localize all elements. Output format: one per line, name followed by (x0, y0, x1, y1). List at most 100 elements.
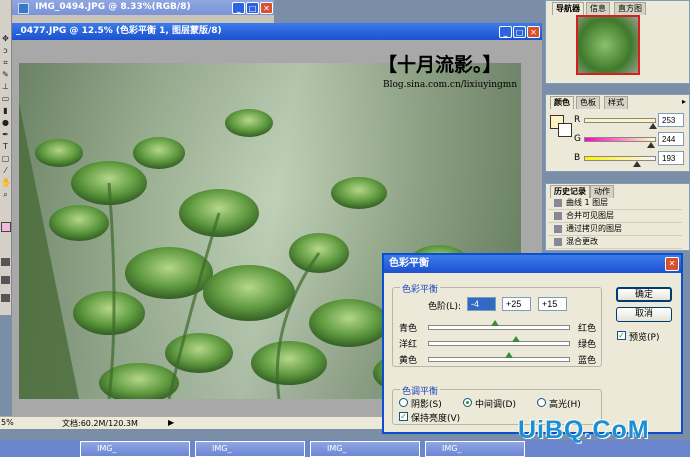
level-magenta-green-input[interactable] (502, 297, 531, 311)
eyedropper-tool-icon[interactable]: ⁄ (1, 166, 10, 175)
preserve-luminosity-label: 保持亮度(V) (411, 414, 461, 424)
channel-value-input[interactable] (658, 151, 684, 165)
minimized-window[interactable]: IMG_ (80, 441, 190, 457)
main-window-titlebar[interactable]: _0477.JPG @ 12.5% (色彩平衡 1, 图层蒙版/8) _ □ ✕ (12, 23, 542, 40)
color-balance-slider[interactable] (428, 357, 570, 362)
main-close-button[interactable]: ✕ (527, 26, 540, 38)
color-balance-slider-thumb[interactable] (511, 336, 520, 342)
group-color-balance-label: 色彩平衡 (400, 282, 441, 295)
minimized-window[interactable]: IMG_ (310, 441, 420, 457)
channel-slider[interactable] (584, 156, 656, 161)
brush-tool-icon[interactable]: ✎ (1, 70, 10, 79)
text-tool-icon[interactable]: T (1, 142, 10, 151)
quickmask-icon[interactable] (1, 258, 10, 266)
history-item[interactable]: 曲线 1 图层 (548, 196, 682, 210)
panel-menu-arrow-icon[interactable]: ▸ (682, 97, 686, 106)
color-balance-slider-thumb[interactable] (491, 320, 500, 326)
toolbox: ✥ ↄ ⌗ ✎ ⊥ ▭ ▮ ● ✒ T ▢ ⁄ ✋ ⌕ (0, 0, 12, 315)
gradient-tool-icon[interactable]: ▮ (1, 106, 10, 115)
preserve-luminosity-checkbox[interactable]: ✓ (399, 412, 408, 421)
dialog-title: 色彩平衡 (389, 258, 429, 269)
lasso-tool-icon[interactable]: ↄ (1, 46, 10, 55)
pen-tool-icon[interactable]: ✒ (1, 130, 10, 139)
channel-slider-thumb[interactable] (649, 123, 658, 129)
dodge-tool-icon[interactable]: ● (1, 118, 10, 127)
tab-swatches[interactable]: 色板 (576, 96, 600, 109)
slider-left-label: 黄色 (399, 356, 418, 366)
history-state-icon (554, 237, 562, 246)
cancel-button[interactable]: 取消 (616, 307, 672, 322)
bg-close-button[interactable]: ✕ (260, 2, 273, 14)
screen-mode-icon[interactable] (1, 276, 10, 284)
level-cyan-red-input[interactable] (467, 297, 496, 311)
main-maximize-button[interactable]: □ (513, 26, 526, 38)
group-tone-balance-label: 色调平衡 (400, 384, 441, 397)
level-yellow-blue-input[interactable] (538, 297, 567, 311)
preview-checkbox[interactable]: ✓ (617, 331, 626, 340)
history-state-icon (554, 224, 562, 233)
stamp-tool-icon[interactable]: ⊥ (1, 82, 10, 91)
color-balance-slider-thumb[interactable] (504, 352, 513, 358)
navigator-panel: 导航器 信息 直方图 (545, 0, 690, 84)
move-tool-icon[interactable]: ✥ (1, 34, 10, 43)
channel-value-input[interactable] (658, 132, 684, 146)
tab-color[interactable]: 颜色 (550, 96, 574, 109)
channel-label: B (574, 153, 581, 163)
channel-slider-thumb[interactable] (633, 161, 642, 167)
hand-tool-icon[interactable]: ✋ (1, 178, 11, 187)
dialog-close-button[interactable]: ✕ (665, 257, 679, 271)
tone-radio-label: 高光(H) (549, 400, 581, 410)
status-doc-size: 文档:60.2M/120.3M (62, 419, 138, 428)
channel-slider-thumb[interactable] (647, 142, 656, 148)
watermark-headline: 【十月流影。】 (378, 54, 502, 76)
levels-label: 色阶(L): (428, 302, 462, 312)
color-balance-dialog: 色彩平衡 ✕ 色彩平衡 色阶(L): 青色 红色洋红 绿色黄色 蓝色 色调平衡 阴影(… (382, 253, 683, 434)
history-item[interactable]: 混合更改 (548, 235, 682, 249)
zoom-tool-icon[interactable]: ⌕ (1, 190, 10, 199)
history-item[interactable]: 合并可见图层 (548, 209, 682, 223)
minimized-window[interactable]: IMG_ (425, 441, 525, 457)
preview-label: 预览(P) (629, 333, 660, 343)
color-panel: 颜色 色板 样式 ▸ RGB (545, 94, 690, 172)
tone-radio[interactable] (463, 398, 472, 407)
jump-icon[interactable] (1, 294, 10, 302)
ok-button[interactable]: 确定 (616, 287, 672, 302)
shape-tool-icon[interactable]: ▢ (1, 154, 10, 163)
channel-slider[interactable] (584, 118, 656, 123)
slider-right-label: 绿色 (578, 340, 597, 350)
history-item[interactable]: 通过拷贝的图层 (548, 222, 682, 236)
status-zoom[interactable]: 5% (1, 418, 14, 427)
minimized-window[interactable]: IMG_ (195, 441, 305, 457)
ps-doc-icon (18, 3, 29, 14)
dialog-titlebar[interactable]: 色彩平衡 ✕ (384, 255, 681, 273)
slider-right-label: 红色 (578, 324, 597, 334)
main-window-title: _0477.JPG @ 12.5% (色彩平衡 1, 图层蒙版/8) (16, 26, 222, 36)
tab-navigator[interactable]: 导航器 (552, 2, 584, 15)
channel-label: R (574, 115, 581, 125)
navigator-thumbnail[interactable] (576, 15, 640, 75)
eraser-tool-icon[interactable]: ▭ (1, 94, 10, 103)
bg-window-titlebar[interactable]: IMG_0494.JPG @ 8.33%(RGB/8) _ □ ✕ (12, 0, 274, 15)
bg-maximize-button[interactable]: □ (246, 2, 259, 14)
channel-label: G (574, 134, 581, 144)
bg-minimize-button[interactable]: _ (232, 2, 245, 14)
tone-radio[interactable] (399, 398, 408, 407)
bg-window-body (12, 15, 274, 23)
foreground-color-swatch[interactable] (1, 222, 11, 232)
tab-styles[interactable]: 样式 (604, 96, 628, 109)
bg-color-swatch[interactable] (558, 123, 572, 137)
tone-radio-label: 中间调(D) (475, 400, 516, 410)
tone-radio-label: 阴影(S) (411, 400, 442, 410)
channel-value-input[interactable] (658, 113, 684, 127)
bg-window-title: IMG_0494.JPG @ 8.33%(RGB/8) (35, 2, 191, 12)
tab-histogram[interactable]: 直方图 (614, 2, 646, 15)
channel-slider[interactable] (584, 137, 656, 142)
slider-left-label: 洋红 (399, 340, 418, 350)
status-arrow-icon[interactable]: ▶ (168, 418, 174, 427)
main-minimize-button[interactable]: _ (499, 26, 512, 38)
tone-radio[interactable] (537, 398, 546, 407)
watermark-url: Blog.sina.com.cn/lixiuyingmn (383, 80, 518, 90)
crop-tool-icon[interactable]: ⌗ (1, 58, 10, 67)
tab-info[interactable]: 信息 (586, 2, 610, 15)
color-balance-slider[interactable] (428, 341, 570, 346)
